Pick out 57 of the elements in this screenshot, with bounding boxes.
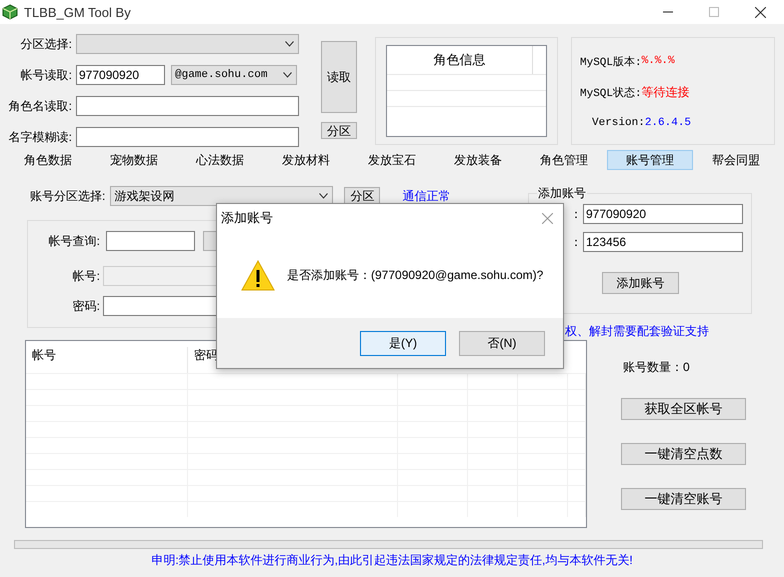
input-field[interactable] (76, 96, 299, 116)
window-title: TLBB_GM Tool By (24, 4, 131, 20)
action-button[interactable]: 获取全区帐号 (621, 398, 746, 420)
group-title: 添加账号 (537, 185, 587, 202)
tab[interactable]: 心法数据 (177, 150, 263, 170)
tab[interactable]: 发放宝石 (349, 150, 435, 170)
field-label: 分区选择: (20, 36, 73, 52)
status-value: 等待连接 (642, 84, 690, 100)
zone-label: 账号分区选择: (30, 188, 106, 204)
status-label: Version: (592, 117, 645, 129)
status-value: 2.6.4.5 (644, 117, 692, 129)
field-label: 帐号查询: (48, 232, 101, 250)
zone-dropdown[interactable]: 游戏架设网 (110, 186, 334, 206)
account-field[interactable]: 977090920 (76, 65, 165, 85)
field-label: ： (570, 234, 582, 250)
dialog-button[interactable]: 是(Y) (360, 330, 446, 356)
cube-icon (2, 4, 18, 20)
input-field[interactable] (76, 127, 299, 147)
note-text: 权、解封需要配套验证支持 (564, 323, 710, 340)
field-label: 角色名读取: (8, 98, 73, 114)
dialog-message: 是否添加账号：(977090920@game.sohu.com)? (287, 266, 544, 284)
dialog-title: 添加账号 (221, 209, 273, 227)
close-icon[interactable] (755, 6, 766, 18)
warning-icon (241, 260, 275, 290)
field-label: 帐号读取: (20, 66, 73, 84)
input-field[interactable]: 123456 (583, 232, 743, 252)
domain-dropdown[interactable]: @game.sohu.com (171, 65, 297, 85)
tab[interactable]: 账号管理 (607, 150, 693, 170)
tab[interactable]: 发放材料 (263, 150, 349, 170)
field-label: 帐号: (72, 268, 101, 284)
query-field[interactable] (106, 231, 195, 251)
status-value: %.%.% (642, 55, 675, 67)
zone-button[interactable]: 分区 (321, 122, 357, 139)
field-label: 密码: (72, 298, 101, 314)
action-button[interactable]: 一键清空账号 (621, 488, 746, 510)
tab[interactable]: 角色管理 (521, 150, 607, 170)
chevron-icon (283, 72, 292, 78)
chevron-icon (319, 193, 328, 199)
column-header: 帐号 (26, 347, 188, 373)
tab[interactable]: 宠物数据 (91, 150, 177, 170)
tab[interactable]: 发放装备 (435, 150, 521, 170)
column-header: 角色信息 (434, 51, 486, 69)
account-count: 账号数量：0 (623, 359, 691, 376)
chevron-icon (285, 41, 294, 47)
read-button[interactable]: 读取 (321, 41, 357, 113)
tab[interactable]: 角色数据 (5, 150, 91, 170)
input-field[interactable]: 977090920 (583, 204, 743, 224)
field-label: 名字模糊读: (8, 128, 73, 146)
dialog-button[interactable]: 否(N) (459, 330, 545, 356)
action-button[interactable]: 一键清空点数 (621, 443, 746, 465)
status-link[interactable]: 通信正常 (402, 188, 450, 204)
status-label: MySQL版本: (580, 56, 642, 68)
tab[interactable]: 帮会同盟 (693, 150, 779, 170)
add-account-button[interactable]: 添加账号 (602, 272, 679, 294)
field-label: ： (570, 206, 582, 222)
disclaimer-text: 申明:禁止使用本软件进行商业行为,由此引起违法国家规定的法律规定责任,均与本软件无关! (151, 553, 633, 567)
status-label: MySQL状态: (580, 86, 642, 100)
